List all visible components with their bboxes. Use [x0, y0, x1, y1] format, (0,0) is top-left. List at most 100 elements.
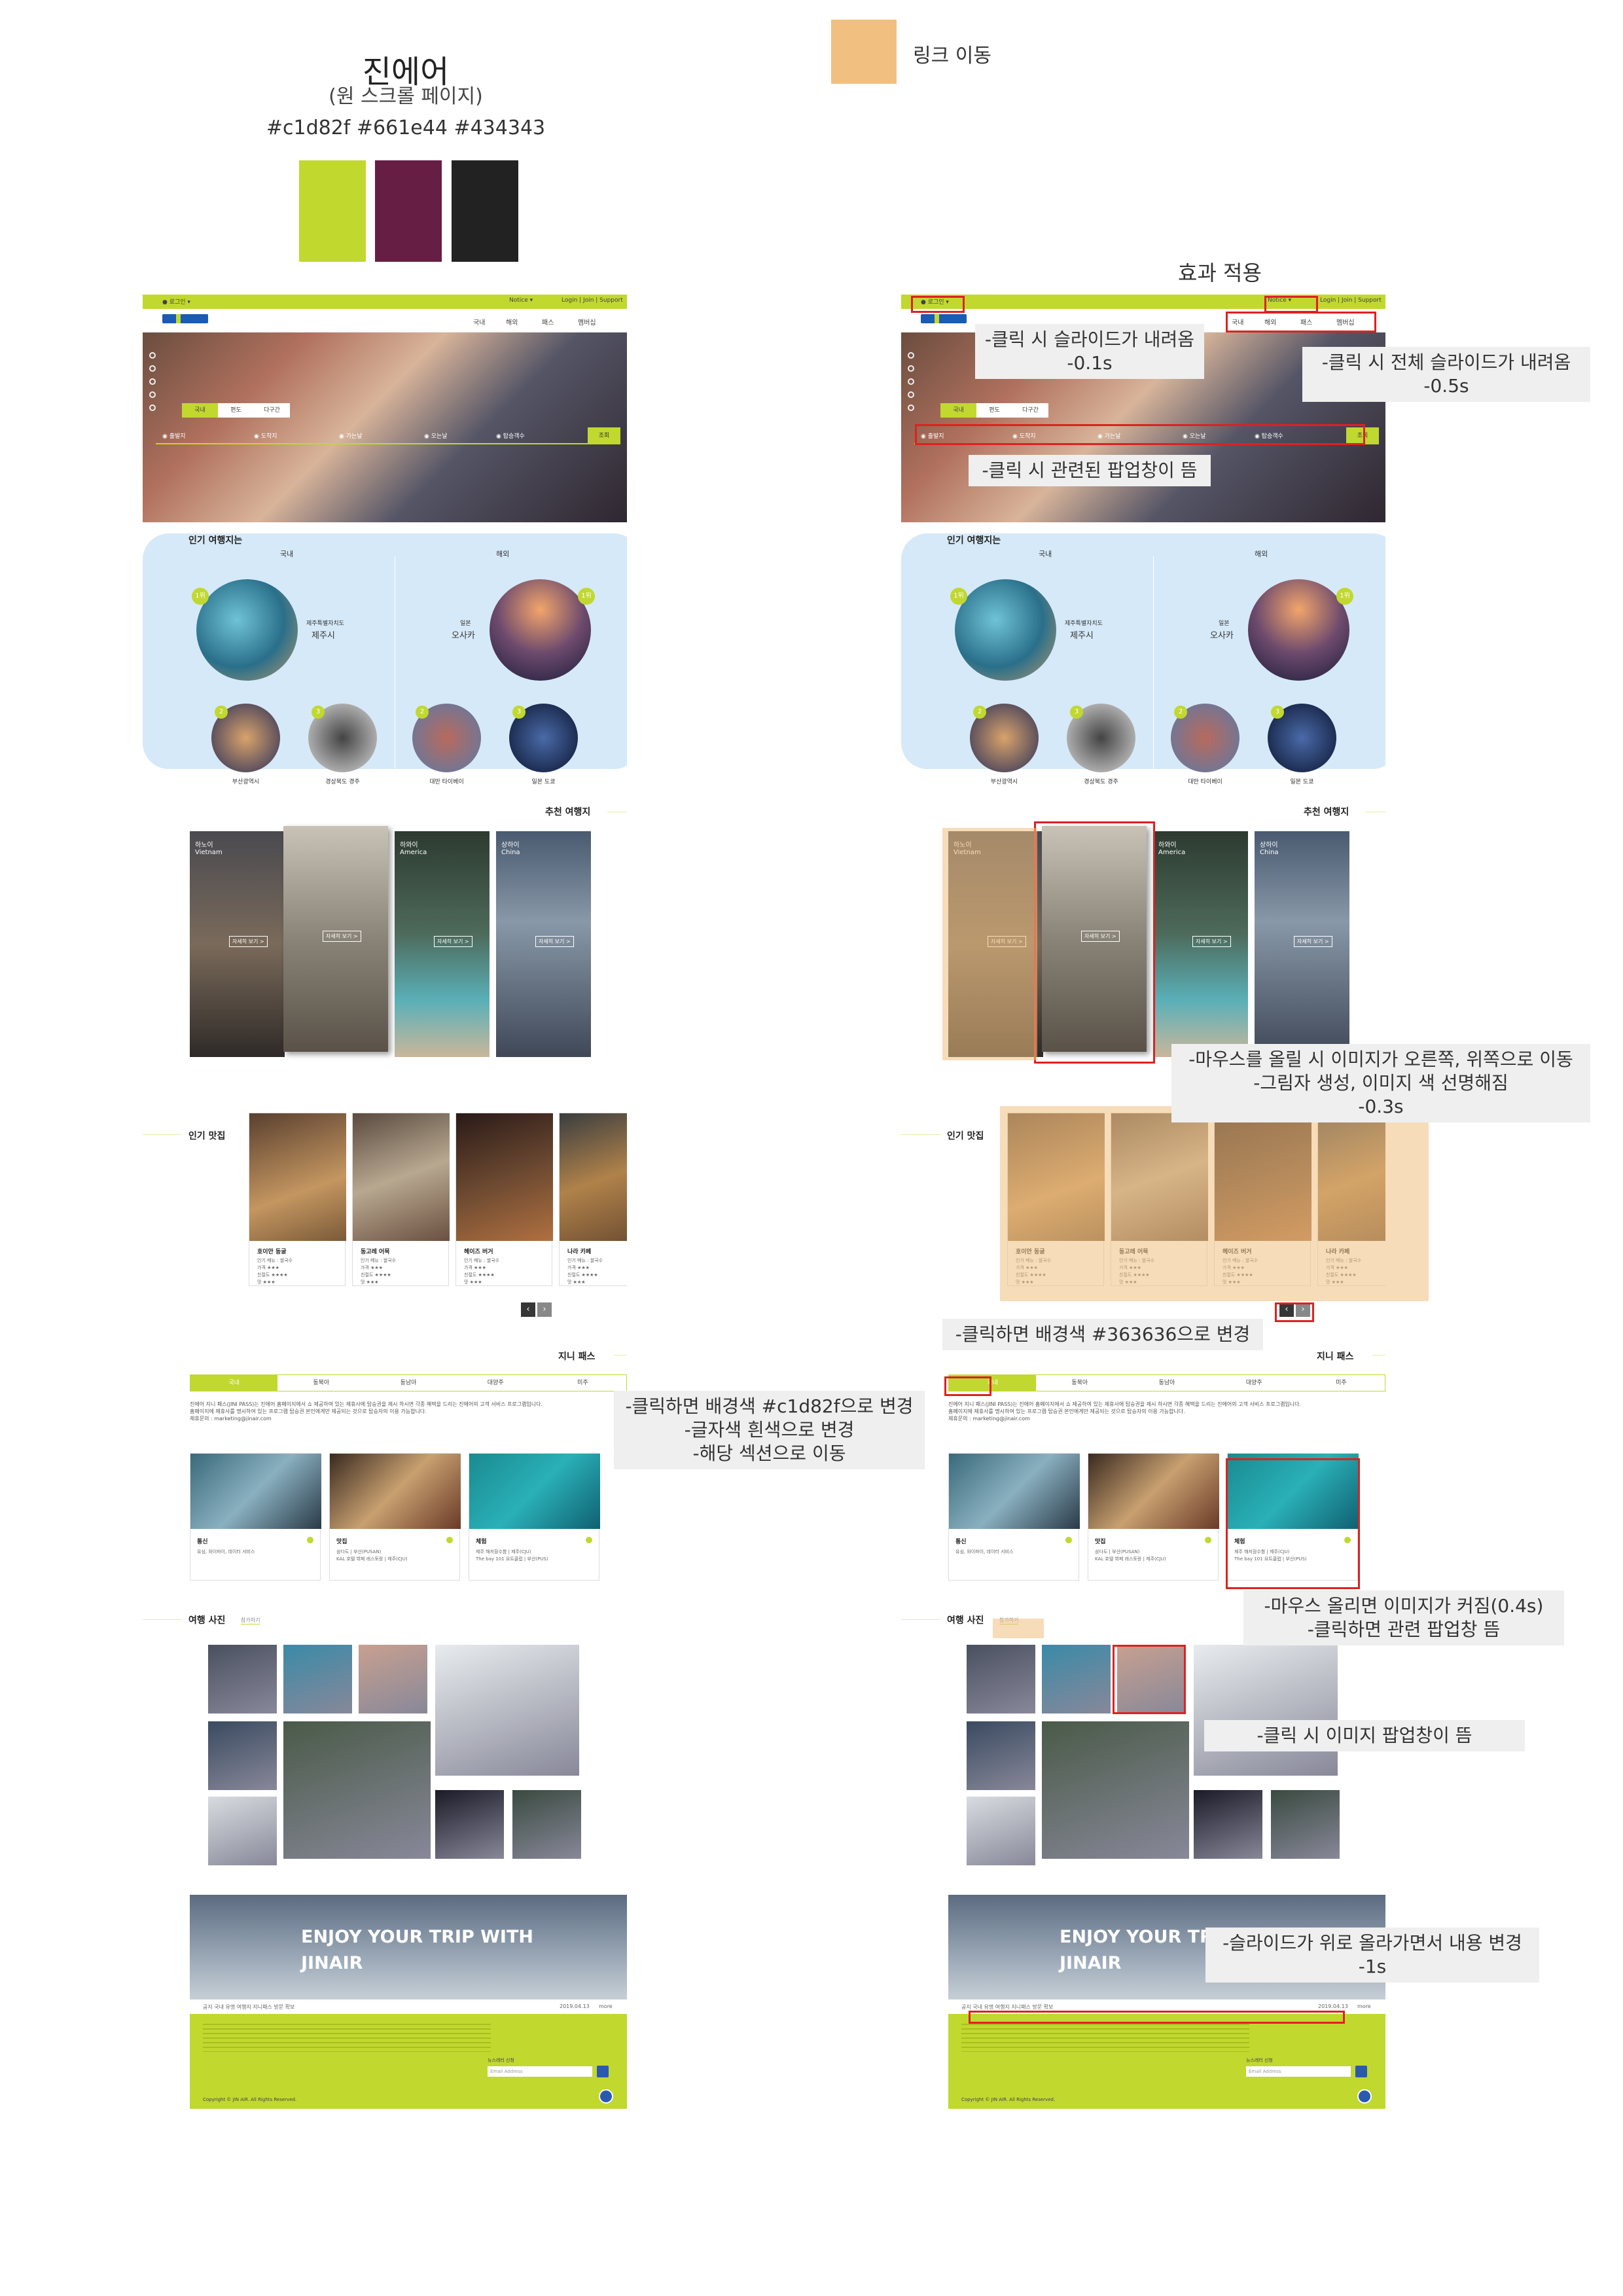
slide-dot[interactable]	[149, 391, 156, 398]
travel-photo[interactable]	[967, 1797, 1035, 1865]
slide-dot[interactable]	[908, 404, 914, 411]
plus-icon[interactable]	[1065, 1537, 1072, 1543]
travel-photo[interactable]	[512, 1790, 581, 1859]
pass-tab[interactable]: 대양주	[1211, 1375, 1298, 1391]
travel-photo[interactable]	[1042, 1645, 1111, 1713]
search-field[interactable]: ◉ 출발지	[162, 431, 186, 440]
prev-button[interactable]: ‹	[521, 1302, 535, 1317]
hero-tab[interactable]: 국내	[182, 403, 218, 418]
travel-photo[interactable]	[208, 1645, 277, 1713]
email-input[interactable]: Email Address	[1246, 2066, 1351, 2077]
search-field[interactable]: ◉ 도착지	[254, 431, 277, 440]
jinair-logo[interactable]	[162, 314, 208, 323]
pass-tab[interactable]: 미주	[539, 1375, 626, 1391]
food-card[interactable]: 동고레 어묵 인기 메뉴 : 쌀국수 가격 ★★★ 친절도 ★★★★ 맛 ★★★	[352, 1113, 450, 1286]
reco-card[interactable]: 하와이 America 자세히 보기 >	[1153, 831, 1248, 1057]
reco-more-button[interactable]: 자세히 보기 >	[535, 936, 574, 947]
hero-tab[interactable]: 편도	[976, 403, 1012, 418]
promo-banner[interactable]: ENJOY YOUR TRIP WITH JINAIR	[190, 1895, 627, 2000]
travel-photo[interactable]	[1042, 1721, 1189, 1859]
travel-photo[interactable]	[1271, 1790, 1340, 1859]
pass-tab[interactable]: 국내	[190, 1375, 278, 1391]
util-links[interactable]: Login | Join | Support	[562, 297, 623, 304]
travel-photo[interactable]	[359, 1645, 427, 1713]
email-input[interactable]: Email Address	[488, 2066, 592, 2077]
plus-icon[interactable]	[1205, 1537, 1211, 1543]
osaka-image[interactable]	[1248, 579, 1349, 681]
hero-tab[interactable]: 다구간	[1012, 403, 1048, 418]
plus-icon[interactable]	[307, 1537, 313, 1543]
pass-card[interactable]: 맛집 삼다도 | 부산(PUSAN) KAL 호텔 뷔페 레스토랑 | 제주(C…	[1088, 1453, 1219, 1581]
pass-tab[interactable]: 동남아	[365, 1375, 452, 1391]
slide-dot[interactable]	[908, 352, 914, 359]
photo-more-link[interactable]: 참가하기	[241, 1617, 260, 1624]
login-link[interactable]: ● 로그인 ▾	[162, 297, 190, 306]
reco-more-button[interactable]: 자세히 보기 >	[229, 936, 268, 947]
nav-item[interactable]: 패스	[542, 317, 554, 327]
travel-photo[interactable]	[1194, 1645, 1338, 1776]
slide-dot[interactable]	[908, 391, 914, 398]
travel-photo[interactable]	[208, 1721, 277, 1790]
search-field[interactable]: ◉ 탑승객수	[496, 431, 525, 440]
ticker-more[interactable]: more	[599, 2003, 613, 2009]
jinair-logo[interactable]	[921, 314, 967, 323]
hero-tab[interactable]: 국내	[940, 403, 976, 418]
travel-photo[interactable]	[435, 1790, 504, 1859]
pass-card[interactable]: 통신 유심, 와이파이, 데이터 서비스	[948, 1453, 1080, 1581]
jeju-image[interactable]	[955, 579, 1056, 681]
pass-card[interactable]: 체험 제주 해저잠수함 | 제주(CJU) The bay 101 요트클럽 |…	[469, 1453, 600, 1581]
reco-card[interactable]: 자세히 보기 >	[283, 826, 388, 1052]
notice-ticker[interactable]: 공지 국내 유명 여행지 지니패스 방문 확보 2019.04.13 more	[190, 2000, 627, 2014]
plus-icon[interactable]	[586, 1537, 592, 1543]
pass-tab[interactable]: 동북아	[277, 1375, 365, 1391]
search-button[interactable]: 조회	[588, 427, 620, 444]
travel-photo[interactable]	[283, 1645, 352, 1713]
nav-item[interactable]: 해외	[506, 317, 518, 327]
ticker-more[interactable]: more	[1357, 2003, 1371, 2009]
reco-more-button[interactable]: 자세히 보기 >	[1192, 936, 1231, 947]
travel-photo[interactable]	[208, 1797, 277, 1865]
hero-tab[interactable]: 편도	[218, 403, 254, 418]
nav-item[interactable]: 멤버십	[578, 317, 596, 327]
slide-dot[interactable]	[149, 378, 156, 385]
jeju-image[interactable]	[196, 579, 298, 681]
reco-card[interactable]: 하노이Vietnam 자세히 보기 >	[190, 831, 285, 1057]
send-icon[interactable]	[1355, 2066, 1367, 2077]
travel-photo[interactable]	[435, 1645, 579, 1776]
pass-tab[interactable]: 동북아	[1036, 1375, 1123, 1391]
slide-dot[interactable]	[149, 404, 156, 411]
travel-photo[interactable]	[967, 1645, 1035, 1713]
osaka-name: 오사카	[452, 631, 475, 641]
reco-card[interactable]: 상하이 China 자세히 보기 >	[1255, 831, 1349, 1057]
hero-tab[interactable]: 다구간	[254, 403, 290, 418]
osaka-image[interactable]	[490, 579, 591, 681]
slide-dot[interactable]	[908, 378, 914, 385]
pass-tab[interactable]: 대양주	[452, 1375, 539, 1391]
food-card[interactable]: 호이안 동굴 인기 메뉴 : 쌀국수 가격 ★★★ 친절도 ★★★★ 맛 ★★★	[249, 1113, 346, 1286]
reco-card[interactable]: 상하이 China 자세히 보기 >	[496, 831, 591, 1057]
notice-link[interactable]: Notice ▾	[509, 297, 533, 304]
util-links[interactable]: Login | Join | Support	[1320, 297, 1382, 304]
reco-more-button[interactable]: 자세히 보기 >	[434, 936, 473, 947]
slide-dot[interactable]	[908, 365, 914, 372]
reco-more-button[interactable]: 자세히 보기 >	[323, 931, 361, 942]
travel-photo[interactable]	[1194, 1790, 1262, 1859]
slide-dot[interactable]	[149, 365, 156, 372]
send-icon[interactable]	[597, 2066, 609, 2077]
reco-more-button[interactable]: 자세히 보기 >	[1294, 936, 1332, 947]
plus-icon[interactable]	[446, 1537, 453, 1543]
reco-card[interactable]: 하와이 America 자세히 보기 >	[395, 831, 490, 1057]
pass-card[interactable]: 맛집 삼다도 | 부산(PUSAN) KAL 호텔 뷔페 레스토랑 | 제주(C…	[329, 1453, 461, 1581]
nav-item[interactable]: 국내	[473, 317, 485, 327]
pass-card[interactable]: 통신 유심, 와이파이, 데이터 서비스	[190, 1453, 321, 1581]
search-field[interactable]: ◉ 가는날	[339, 431, 363, 440]
search-field[interactable]: ◉ 오는날	[424, 431, 448, 440]
next-button[interactable]: ›	[537, 1302, 552, 1317]
travel-photo[interactable]	[283, 1721, 431, 1859]
pass-tab[interactable]: 동남아	[1123, 1375, 1210, 1391]
food-card[interactable]: 헤이즈 버거 인기 메뉴 : 쌀국수 가격 ★★★ 친절도 ★★★★ 맛 ★★★	[455, 1113, 553, 1286]
slide-dot[interactable]	[149, 352, 156, 359]
pass-tab[interactable]: 미주	[1298, 1375, 1385, 1391]
food-card[interactable]: 나라 카페 인기 메뉴 : 쌀국수 가격 ★★★ 친절도 ★★★★ 맛 ★★★	[559, 1113, 627, 1286]
travel-photo[interactable]	[967, 1721, 1035, 1790]
